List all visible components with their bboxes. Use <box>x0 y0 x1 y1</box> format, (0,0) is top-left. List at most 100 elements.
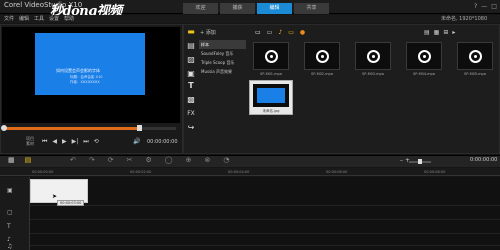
tab-share[interactable]: 共享 <box>294 3 329 14</box>
thumbnail-label: SP-M05.mpa <box>464 72 486 76</box>
menu-settings[interactable]: 设置 <box>49 15 59 22</box>
window-controls: ? — □ × <box>474 3 500 10</box>
end-icon[interactable]: ⏭ <box>83 138 88 146</box>
library-filter-icons: ▭ ▭ ♪ ▭ ● <box>255 29 305 36</box>
split-icon[interactable]: ✂ <box>127 156 133 164</box>
thumbnail-view-icon[interactable]: ⊞ <box>443 29 448 36</box>
preview-author-text: 作者：XXXXXXXX <box>70 80 100 84</box>
library-thumbnail[interactable] <box>355 42 391 70</box>
mode-labels: 项目 素材 <box>26 136 34 146</box>
library-thumbnail[interactable] <box>406 42 442 70</box>
add-track-icon[interactable]: ⊕ <box>186 156 192 164</box>
previous-frame-icon[interactable]: ◀ <box>52 138 57 146</box>
remove-track-icon[interactable]: ⊗ <box>205 156 211 164</box>
repeat-icon[interactable]: ⟲ <box>94 138 99 146</box>
selected-thumbnail-frame <box>257 88 285 103</box>
thumbnail-label: SP-M04.mpa <box>413 72 435 76</box>
tab-edit[interactable]: 编辑 <box>257 3 292 14</box>
timeline-timecode[interactable]: 0:00:00:00 <box>470 157 497 163</box>
workspace-tabs: 欢迎 捕获 编辑 共享 <box>183 3 329 14</box>
tab-welcome[interactable]: 欢迎 <box>183 3 218 14</box>
redo-icon[interactable]: ↷ <box>89 156 95 164</box>
ruler-tick-label: 00:00:08:00 <box>424 170 446 174</box>
folder-icon[interactable]: ▭ <box>288 29 294 36</box>
help-icon[interactable]: ? <box>474 3 477 10</box>
music-track-icon[interactable]: ♫ <box>7 243 12 250</box>
title-track-icon[interactable]: T <box>7 223 11 230</box>
menu-edit[interactable]: 编辑 <box>19 15 29 22</box>
play-icon[interactable]: ▶ <box>62 138 67 146</box>
refresh-icon[interactable]: ⟳ <box>108 156 114 164</box>
instant-project-icon[interactable]: ▤ <box>185 41 197 51</box>
menu-help[interactable]: 帮助 <box>64 15 74 22</box>
library-category-list: 样本 SoundFoley 音乐 Triple Scoop 音乐 Mussia … <box>199 40 246 76</box>
storyboard-view-icon[interactable]: ▤ <box>25 156 32 164</box>
category-item[interactable]: 样本 <box>199 40 246 49</box>
video-track-icon[interactable]: ▣ <box>7 187 13 194</box>
overlay-track-icon[interactable]: ▢ <box>7 209 13 216</box>
settings-icon[interactable]: ⚙ <box>146 156 152 164</box>
home-icon[interactable]: ⏮ <box>42 138 47 146</box>
video-filter-icon[interactable]: ▭ <box>255 29 261 36</box>
ruler-tick-label: 00:00:00:00 <box>32 170 54 174</box>
maximize-icon[interactable]: □ <box>491 3 497 10</box>
timeline-view-icons: ▦ ▤ <box>8 156 31 164</box>
transition-icon[interactable]: ▨ <box>185 55 197 65</box>
timeline-view-icon[interactable]: ▦ <box>8 156 15 164</box>
graphics-icon[interactable]: ▩ <box>185 95 197 105</box>
category-item[interactable]: SoundFoley 音乐 <box>199 49 246 58</box>
library-thumbnail[interactable] <box>304 42 340 70</box>
menu-bar <box>0 15 500 23</box>
track-divider <box>30 233 500 234</box>
thumbnail-label: SP-M02.mpa <box>311 72 333 76</box>
menu-items: 文件 编辑 工具 设置 帮助 <box>4 15 74 22</box>
preview-frame <box>35 33 145 95</box>
path-icon[interactable]: ↪ <box>185 123 197 133</box>
category-item[interactable]: Mussia 声音效果 <box>199 67 246 76</box>
scrub-start-handle[interactable] <box>1 125 7 131</box>
title-icon[interactable]: ▣ <box>185 69 197 79</box>
project-resolution: 未命名, 1920*1080 <box>441 16 488 22</box>
audio-disc-icon <box>366 49 380 63</box>
speaker-icon[interactable]: 🔊 <box>133 138 140 145</box>
library-view-icons: ▤ ▦ ⊞ ▸ <box>424 29 455 36</box>
library-thumbnail[interactable] <box>457 42 493 70</box>
audio-filter-icon[interactable]: ♪ <box>278 29 282 36</box>
scrub-end-handle[interactable] <box>137 125 142 131</box>
preview-title-text: 如何设置会声会影的字体 <box>56 68 100 73</box>
menu-tools[interactable]: 工具 <box>34 15 44 22</box>
thumbnail-label: SP-M01.mpa <box>260 72 282 76</box>
list-view-icon[interactable]: ▤ <box>424 29 430 36</box>
voice-track-icon[interactable]: ♪ <box>7 236 11 243</box>
zoom-slider-handle[interactable] <box>418 159 422 164</box>
selected-thumbnail-label: 未命名.jpg <box>262 109 280 113</box>
record-icon[interactable]: ● <box>300 29 305 36</box>
thumbnail-label: SP-M03.mpa <box>362 72 384 76</box>
fx-icon[interactable]: FX <box>185 109 197 119</box>
preview-timecode[interactable]: 00:00:00:00 <box>147 139 178 145</box>
menu-file[interactable]: 文件 <box>4 15 14 22</box>
photo-filter-icon[interactable]: ▭ <box>267 29 273 36</box>
media-folder-icon[interactable]: ▬ <box>185 27 197 37</box>
minimize-icon[interactable]: — <box>481 3 487 10</box>
clip-mode-label[interactable]: 素材 <box>26 141 34 146</box>
audio-disc-icon <box>315 49 329 63</box>
add-folder-button[interactable]: + 添加 <box>200 29 216 36</box>
library-thumbnail[interactable] <box>253 42 289 70</box>
audio-disc-icon <box>264 49 278 63</box>
tab-capture[interactable]: 捕获 <box>220 3 255 14</box>
category-item[interactable]: Triple Scoop 音乐 <box>199 58 246 67</box>
record-icon[interactable]: ◯ <box>165 156 173 164</box>
options-icon[interactable]: ▸ <box>452 29 455 36</box>
transport-controls: ⏮ ◀ ▶ ▶| ⏭ ⟲ <box>42 138 99 146</box>
grid-view-icon[interactable]: ▦ <box>434 29 440 36</box>
undo-icon[interactable]: ↶ <box>70 156 76 164</box>
timeline-tool-icons: ↶ ↷ ⟳ ✂ ⚙ ◯ ⊕ ⊗ ◔ <box>70 156 229 164</box>
library-side-toolbar: ▬ ▤ ▨ ▣ T ▩ FX ↪ <box>185 27 198 152</box>
chat-icon[interactable]: ◔ <box>223 156 229 164</box>
track-divider <box>30 205 500 206</box>
audio-disc-icon <box>417 49 431 63</box>
next-frame-icon[interactable]: ▶| <box>72 138 79 146</box>
ruler-tick-label: 00:00:06:00 <box>326 170 348 174</box>
text-icon[interactable]: T <box>185 81 197 91</box>
